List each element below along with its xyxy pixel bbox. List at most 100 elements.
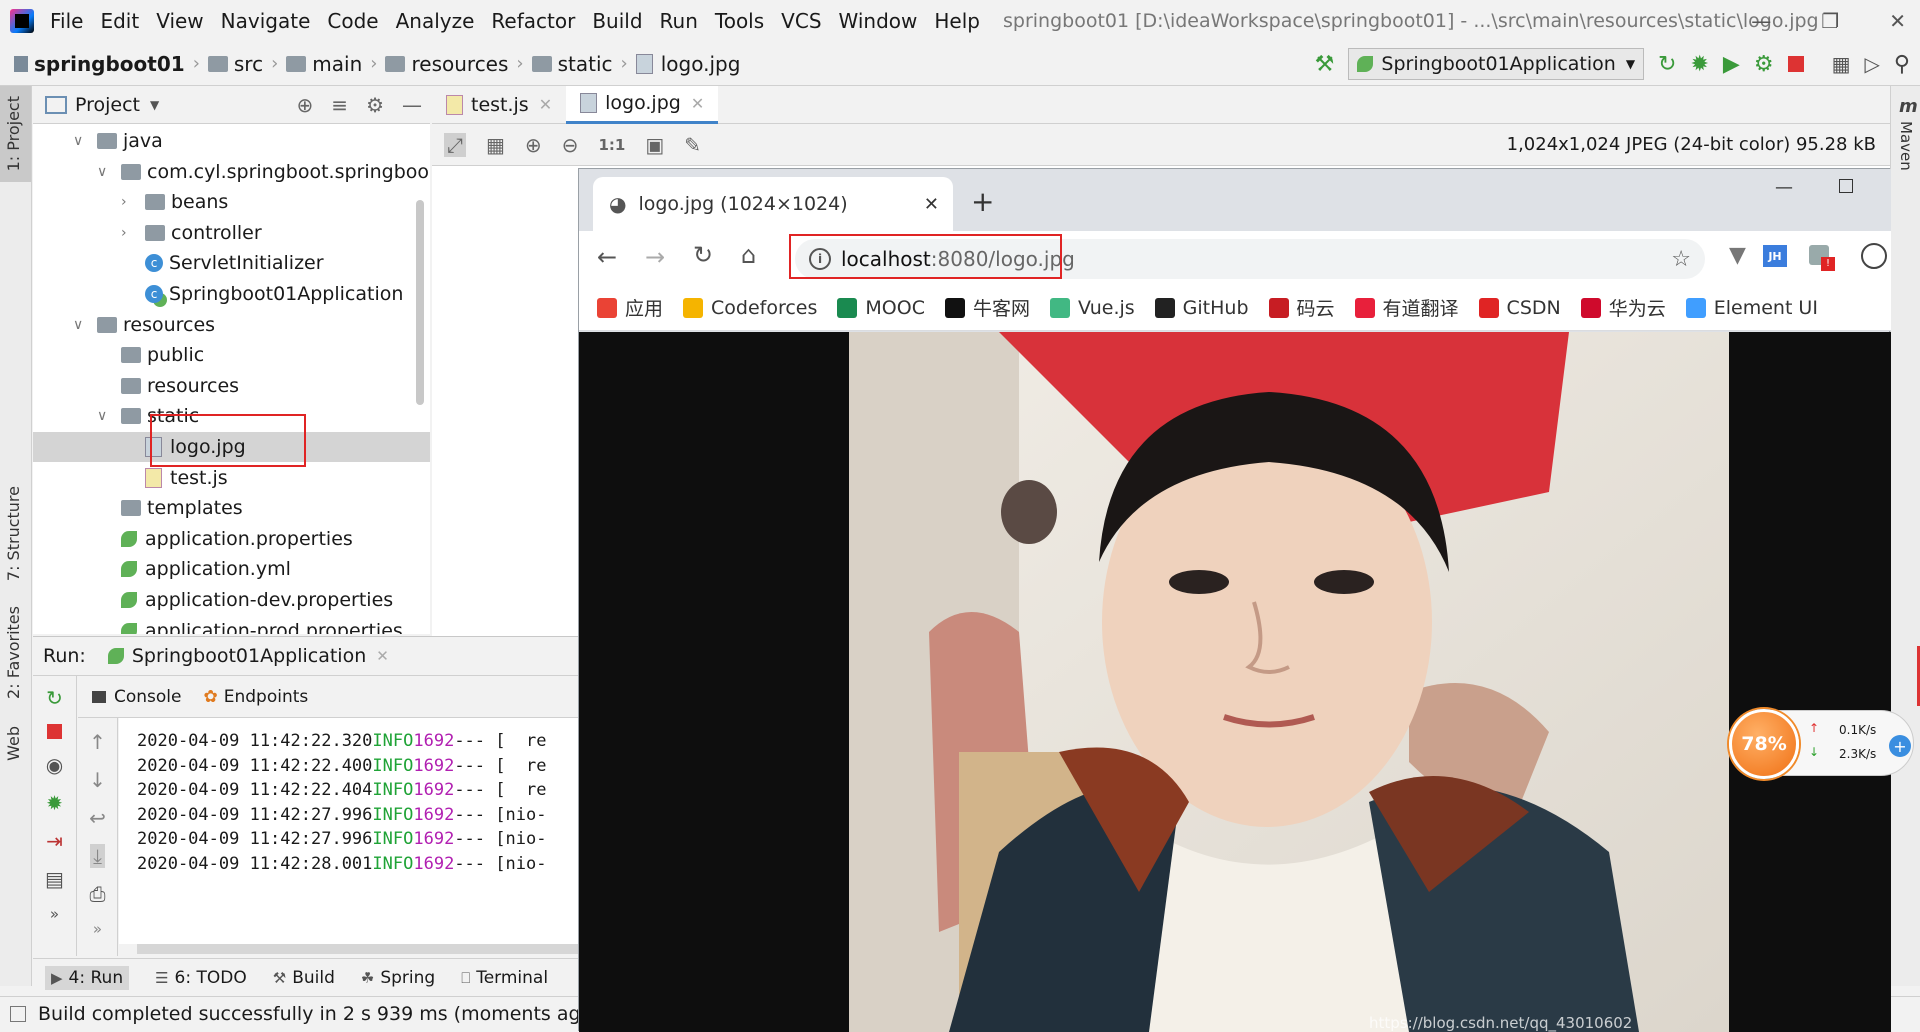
bookmark-item[interactable]: 有道翻译 (1354, 294, 1459, 321)
profile-avatar-icon[interactable] (1861, 243, 1887, 269)
menu-item-help[interactable]: Help (934, 9, 980, 33)
browser-minimize-button[interactable]: — (1775, 177, 1793, 198)
tree-item[interactable]: application.yml (33, 554, 291, 584)
web-tool-tab[interactable]: Web (4, 726, 23, 761)
bookmark-item[interactable]: Vue.js (1050, 297, 1135, 319)
breadcrumb-item[interactable]: resources › (385, 52, 524, 76)
tree-item[interactable]: templates (33, 493, 243, 523)
rerun-icon[interactable]: ↻ (1658, 52, 1676, 77)
tree-item[interactable]: test.js (33, 463, 228, 493)
extension-jh-icon[interactable]: JH (1763, 245, 1787, 267)
console-hscrollbar[interactable] (137, 944, 578, 954)
restore-layout-icon[interactable]: ⇥ (46, 829, 63, 853)
locate-file-icon[interactable]: ⊕ (297, 93, 314, 117)
chessboard-icon[interactable]: ▣ (645, 133, 664, 157)
back-icon[interactable]: ← (597, 243, 617, 271)
bookmark-item[interactable]: Element UI (1685, 297, 1818, 319)
breadcrumb-item[interactable]: main › (286, 52, 377, 76)
fit-to-window-icon[interactable]: ⤢ (444, 132, 466, 157)
tree-item[interactable]: application-dev.properties (33, 585, 393, 615)
breadcrumb-item[interactable]: static › (531, 52, 628, 76)
bottom-tab-build[interactable]: ⚒ Build (273, 968, 335, 988)
add-icon[interactable]: + (1889, 735, 1911, 757)
reload-icon[interactable]: ↻ (693, 241, 713, 269)
camera-icon[interactable]: ◉ (46, 753, 63, 777)
forward-icon[interactable]: → (645, 243, 665, 271)
close-icon[interactable]: ✕ (691, 94, 704, 113)
tree-item[interactable]: application.properties (33, 524, 353, 554)
gear-icon[interactable]: ⚙ (366, 93, 384, 117)
debug-icon[interactable]: ✹ (1690, 52, 1708, 77)
tree-scrollbar[interactable] (416, 200, 424, 405)
chevron-right-icon[interactable]: › (121, 225, 135, 241)
tree-item[interactable]: c ServletInitializer (33, 248, 324, 278)
restore-button[interactable]: ❐ (1821, 9, 1839, 33)
new-tab-button[interactable]: + (971, 185, 994, 218)
run-config-tab[interactable]: Springboot01Application (132, 645, 366, 667)
chevron-down-icon[interactable]: ∨ (73, 317, 87, 333)
network-speed-widget[interactable]: 78% ↑ 0.1K/s ↓ 2.3K/s + (1728, 709, 1914, 779)
menu-item-code[interactable]: Code (327, 9, 378, 33)
menu-item-tools[interactable]: Tools (715, 9, 764, 33)
close-tab-icon[interactable]: ✕ (924, 194, 939, 215)
menu-item-navigate[interactable]: Navigate (221, 9, 311, 33)
actual-size-button[interactable]: 1:1 (598, 136, 625, 154)
menu-item-analyze[interactable]: Analyze (396, 9, 475, 33)
menu-item-refactor[interactable]: Refactor (491, 9, 575, 33)
arrow-up-icon[interactable]: ↑ (89, 730, 106, 754)
close-window-button[interactable]: ✕ (1889, 9, 1906, 33)
bookmark-item[interactable]: 华为云 (1580, 294, 1666, 321)
extension-alert-icon[interactable]: ! (1809, 245, 1835, 271)
editor-tab[interactable]: test.js ✕ (432, 86, 566, 124)
endpoints-tab[interactable]: ✿ Endpoints (204, 687, 309, 707)
chevron-down-icon[interactable]: ∨ (97, 164, 111, 180)
bookmark-item[interactable]: 牛客网 (944, 294, 1030, 321)
debug-icon[interactable]: ✹ (46, 791, 63, 815)
tree-item[interactable]: application-prod.properties (33, 616, 403, 634)
tree-item[interactable]: ∨ com.cyl.springboot.springboo (33, 157, 429, 187)
menu-item-edit[interactable]: Edit (100, 9, 139, 33)
extension-v-icon[interactable]: ▼ (1729, 243, 1746, 268)
stop-icon[interactable] (47, 724, 62, 739)
bookmark-item[interactable]: CSDN (1478, 297, 1561, 319)
chevron-down-icon[interactable]: ∨ (97, 408, 111, 424)
bottom-tab-terminal[interactable]: ⎕ Terminal (461, 968, 548, 988)
favorites-tool-tab[interactable]: 2: Favorites (4, 606, 23, 699)
maven-tool-tab[interactable]: Maven (1897, 121, 1915, 171)
tree-item[interactable]: ∨ resources (33, 310, 215, 340)
status-icon[interactable] (10, 1006, 26, 1022)
tree-item[interactable]: public (33, 340, 204, 370)
browser-tab[interactable]: ◕ logo.jpg (1024×1024) ✕ (593, 177, 953, 231)
close-icon[interactable]: ✕ (539, 95, 552, 114)
chevron-right-icon[interactable]: › (121, 194, 135, 210)
run-config-select[interactable]: Springboot01Application ▼ (1348, 48, 1645, 80)
editor-tab[interactable]: logo.jpg ✕ (566, 85, 719, 124)
tree-item[interactable]: ∨ java (33, 126, 163, 156)
more-icon[interactable]: » (50, 905, 59, 923)
tree-item[interactable]: c Springboot01Application (33, 279, 403, 309)
project-panel-title[interactable]: Project (75, 94, 140, 116)
more-icon[interactable]: » (93, 920, 102, 938)
breadcrumb-item[interactable]: src › (207, 52, 278, 76)
bookmark-item[interactable]: 码云 (1268, 294, 1335, 321)
tree-item[interactable]: › beans (33, 187, 228, 217)
color-picker-icon[interactable]: ✎ (684, 133, 701, 157)
bookmark-star-icon[interactable]: ☆ (1671, 247, 1691, 272)
chevron-down-icon[interactable]: ∨ (73, 133, 87, 149)
close-icon[interactable]: ✕ (376, 647, 389, 665)
bookmark-item[interactable]: 应用 (597, 294, 663, 321)
scroll-to-end-icon[interactable]: ⤓ (90, 844, 105, 868)
hide-panel-icon[interactable]: — (402, 93, 422, 117)
structure-tool-tab[interactable]: 7: Structure (4, 486, 23, 581)
coverage-icon[interactable]: ▶ (1723, 52, 1740, 77)
search-everywhere-icon[interactable]: ⚲ (1894, 52, 1910, 77)
menu-item-vcs[interactable]: VCS (781, 9, 821, 33)
print-icon[interactable]: ⎙ (90, 882, 106, 906)
minimize-button[interactable]: — (1751, 9, 1771, 33)
hammer-build-icon[interactable]: ⚒ (1315, 52, 1335, 77)
run-anything-icon[interactable]: ▷ (1864, 52, 1879, 76)
bookmark-item[interactable]: GitHub (1154, 297, 1249, 319)
home-icon[interactable]: ⌂ (741, 241, 756, 269)
console-tab[interactable]: Console (92, 687, 182, 707)
collapse-all-icon[interactable]: ≡ (331, 93, 348, 117)
